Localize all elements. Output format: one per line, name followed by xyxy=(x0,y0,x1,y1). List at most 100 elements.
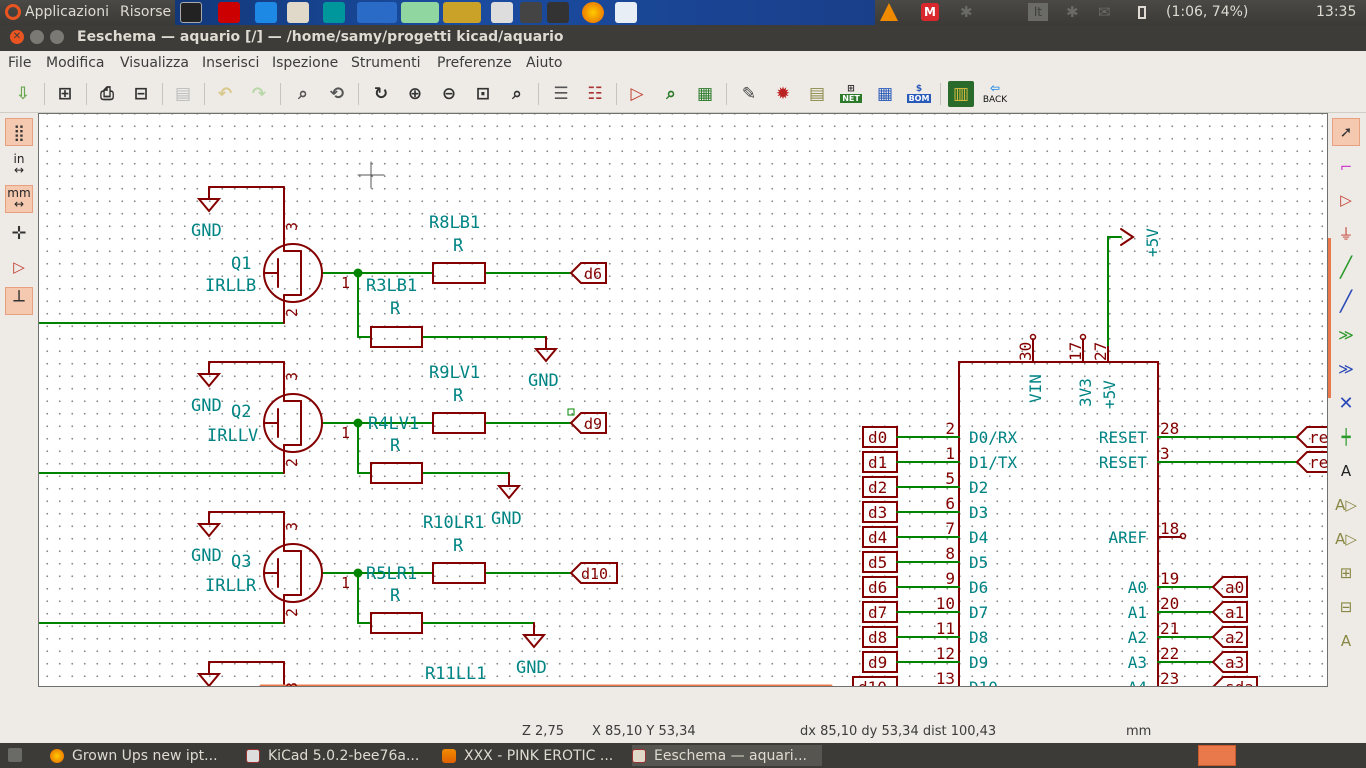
schematic-canvas[interactable]: GND Q1 IRLLB R8LB1 R R3LB1 R GND GND Q2 … xyxy=(38,113,1328,687)
junction-icon[interactable]: ┿ xyxy=(1332,423,1360,451)
menu-aiuto[interactable]: Aiuto xyxy=(526,55,562,71)
app-launcher-green[interactable] xyxy=(401,2,439,23)
library-editor-icon[interactable]: ▷ xyxy=(624,81,650,107)
refresh-icon[interactable]: ↻ xyxy=(368,81,394,107)
terminal-launcher[interactable] xyxy=(180,2,202,23)
place-symbol-icon[interactable]: ▷ xyxy=(1332,186,1360,214)
grid-toggle-icon[interactable]: ⣿ xyxy=(5,118,33,146)
units-inch-button[interactable]: in ↔ xyxy=(5,151,33,179)
screen-launcher[interactable] xyxy=(491,2,513,23)
menu-ispezione[interactable]: Ispezione xyxy=(272,55,338,71)
places-menu[interactable]: Risorse xyxy=(120,4,171,20)
no-connect-icon[interactable]: ✕ xyxy=(1332,389,1360,417)
task-eeschema[interactable]: Eeschema — aquari... xyxy=(632,745,822,766)
leave-sheet-icon[interactable]: ☷ xyxy=(582,81,608,107)
toolbar-separator xyxy=(204,83,205,105)
hierarchy-navigator-icon[interactable]: ☰ xyxy=(548,81,574,107)
window-titlebar[interactable]: ✕ Eeschema — aquario [/] — /home/samy/pr… xyxy=(0,25,1366,51)
applications-menu[interactable]: Applicazioni xyxy=(25,4,109,20)
task-vlc[interactable]: XXX - PINK EROTIC ... xyxy=(442,745,622,766)
mail-launcher[interactable] xyxy=(615,2,637,23)
pcbnew-icon[interactable]: ▥ xyxy=(948,81,974,107)
zoom-out-icon[interactable]: ⊖ xyxy=(436,81,462,107)
symbol-fields-table-icon[interactable]: ▦ xyxy=(872,81,898,107)
clock[interactable]: 13:35 xyxy=(1316,4,1356,20)
import-sheet-pin-icon[interactable]: ⊟ xyxy=(1332,593,1360,621)
redo-icon[interactable]: ↷ xyxy=(246,81,272,107)
select-arrow-icon[interactable]: ➚ xyxy=(1332,118,1360,146)
arduino-launcher[interactable] xyxy=(323,2,345,23)
arduino-net-label-d9: d9 xyxy=(868,653,887,672)
battery-icon[interactable] xyxy=(1138,6,1146,19)
hidden-pins-icon[interactable]: ▷ xyxy=(5,253,33,281)
line-orientation-icon[interactable]: ┴ xyxy=(5,287,33,315)
sheet-pin-icon[interactable]: A xyxy=(1332,627,1360,655)
mail-tray-icon[interactable]: ✉ xyxy=(1098,3,1111,21)
global-label-icon[interactable]: A▷ xyxy=(1332,491,1360,519)
lang-indicator[interactable]: lt xyxy=(1028,3,1048,21)
zoom-fit-icon[interactable]: ⊡ xyxy=(470,81,496,107)
bluetooth2-icon[interactable]: ✱ xyxy=(1066,3,1079,21)
bom-icon[interactable]: $ BOM xyxy=(906,81,932,107)
library-browser-icon[interactable]: ⌕ xyxy=(658,81,684,107)
back-annotate-icon[interactable]: ⇦ BACK xyxy=(982,81,1008,107)
ubuntu-logo-icon[interactable] xyxy=(5,4,21,20)
battery-status[interactable]: (1:06, 74%) xyxy=(1166,4,1248,20)
erc-icon[interactable]: ✹ xyxy=(770,81,796,107)
find-replace-icon[interactable]: ⟲ xyxy=(324,81,350,107)
netlist-icon[interactable]: ⊞ NET xyxy=(838,81,864,107)
zoom-in-icon[interactable]: ⊕ xyxy=(402,81,428,107)
footprint-browser-icon[interactable]: ▦ xyxy=(692,81,718,107)
bus-bus-entry-icon[interactable]: ≫ xyxy=(1332,355,1360,383)
undo-icon[interactable]: ↶ xyxy=(212,81,238,107)
net-label-icon[interactable]: A xyxy=(1332,457,1360,485)
paste-icon[interactable]: ▤ xyxy=(170,81,196,107)
menu-strumenti[interactable]: Strumenti xyxy=(351,55,421,71)
highlight-net-icon[interactable]: ⌐ xyxy=(1332,153,1360,181)
firefox-launcher[interactable] xyxy=(582,2,604,23)
mega-tray-icon[interactable]: M xyxy=(921,3,939,21)
task-kicad[interactable]: KiCad 5.0.2-bee76a... xyxy=(246,745,426,766)
menu-visualizza[interactable]: Visualizza xyxy=(120,55,189,71)
assign-footprints-icon[interactable]: ▤ xyxy=(804,81,830,107)
save-icon[interactable]: ⇩ xyxy=(10,81,36,107)
cursor-shape-icon[interactable]: ✛ xyxy=(5,219,33,247)
units-mm-button[interactable]: mm ↔ xyxy=(5,185,33,213)
pcb-launcher[interactable] xyxy=(547,2,569,23)
audio-launcher[interactable] xyxy=(357,2,397,23)
show-desktop-icon[interactable] xyxy=(8,748,22,762)
calculator-launcher[interactable] xyxy=(287,2,309,23)
draw-bus-icon[interactable]: ╱ xyxy=(1332,287,1360,315)
print-icon[interactable]: ⎙ xyxy=(94,81,120,107)
menu-modifica[interactable]: Modifica xyxy=(46,55,105,71)
toolbar-separator xyxy=(280,83,281,105)
app-launcher-yellow[interactable] xyxy=(443,2,481,23)
task-firefox[interactable]: Grown Ups new ipt... xyxy=(50,745,230,766)
filezilla-launcher[interactable] xyxy=(218,2,240,23)
ccleaner-launcher[interactable] xyxy=(255,2,277,23)
maximize-window-button[interactable] xyxy=(50,30,64,44)
wire-bus-entry-icon[interactable]: ≫ xyxy=(1332,321,1360,349)
close-window-button[interactable]: ✕ xyxy=(10,30,24,44)
place-power-icon[interactable]: ⏚ xyxy=(1332,219,1360,247)
find-icon[interactable]: ⌕ xyxy=(290,81,316,107)
q2-value: IRLLV xyxy=(207,426,258,446)
annotate-icon[interactable]: ✎ xyxy=(736,81,762,107)
bluetooth-icon[interactable]: ✱ xyxy=(960,3,973,21)
workspace-switcher-icon[interactable] xyxy=(1198,745,1236,766)
minimize-window-button[interactable] xyxy=(30,30,44,44)
hierarchical-sheet-icon[interactable]: ⊞ xyxy=(1332,559,1360,587)
schematic-drawing[interactable]: GND Q1 IRLLB R8LB1 R R3LB1 R GND GND Q2 … xyxy=(39,114,1328,687)
left-toolbar: ⣿ in ↔ mm ↔ ✛ ▷ ┴ xyxy=(0,113,38,687)
page-settings-icon[interactable]: ⊞ xyxy=(52,81,78,107)
menu-inserisci[interactable]: Inserisci xyxy=(202,55,259,71)
plot-icon[interactable]: ⊟ xyxy=(128,81,154,107)
zoom-selection-icon[interactable]: ⌕ xyxy=(504,81,530,107)
chip-launcher[interactable] xyxy=(520,2,542,23)
draw-wire-icon[interactable]: ╱ xyxy=(1332,253,1360,281)
hierarchical-label-icon[interactable]: A▷ xyxy=(1332,525,1360,553)
menu-file[interactable]: File xyxy=(8,55,31,71)
vlc-tray-icon[interactable] xyxy=(880,3,898,21)
menu-preferenze[interactable]: Preferenze xyxy=(437,55,512,71)
arduino-pin-name-d8: D8 xyxy=(969,628,988,647)
